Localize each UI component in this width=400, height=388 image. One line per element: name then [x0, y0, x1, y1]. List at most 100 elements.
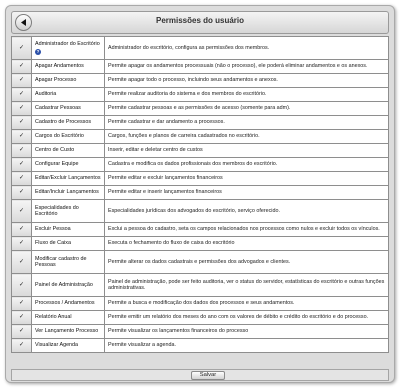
permission-row: ✓ Ver Lançamento Processo Permite visualiz…: [11, 324, 389, 339]
permission-name-cell: Processos / Andamentos: [31, 296, 105, 311]
permission-row: ✓ Cadastrar Pessoas Permite cadastrar pess…: [11, 101, 389, 116]
permission-checkbox[interactable]: ✓: [11, 324, 32, 339]
permission-checkbox[interactable]: ✓: [11, 157, 32, 172]
permission-description: Permite visualizar os lançamentos financ…: [104, 324, 389, 339]
permission-description: Permite cadastrar e dar andamento a proc…: [104, 115, 389, 130]
permission-name-cell: Fluxo de Caixa: [31, 236, 105, 251]
permission-checkbox[interactable]: ✓: [11, 101, 32, 116]
permission-checkbox[interactable]: ✓: [11, 250, 32, 274]
check-icon: ✓: [18, 77, 25, 84]
permission-checkbox[interactable]: ✓: [11, 171, 32, 186]
permission-checkbox[interactable]: ✓: [11, 236, 32, 251]
permission-checkbox[interactable]: ✓: [11, 73, 32, 88]
help-icon[interactable]: ?: [35, 48, 41, 55]
check-icon: ✓: [18, 105, 25, 112]
check-icon: ✓: [18, 314, 25, 321]
permission-row: ✓ Visualizar Agenda Permite visualizar a a…: [11, 338, 389, 353]
permission-checkbox[interactable]: ✓: [11, 129, 32, 144]
permission-row: ✓ Relatório Anual Permite emitir um relató…: [11, 310, 389, 325]
permission-row: ✓ Cadastro de Processos Permite cadastrar …: [11, 115, 389, 130]
check-icon: ✓: [18, 175, 25, 182]
permission-name-cell: Apagar Processo: [31, 73, 105, 88]
permission-name-cell: Editar/Incluir Lançamentos: [31, 185, 105, 200]
permission-description: Exclui a pessoa do cadastro, seta os cam…: [104, 222, 389, 237]
check-icon: ✓: [18, 147, 25, 154]
permission-name: Cargos do Escritório: [35, 133, 84, 140]
permission-name-cell: Ver Lançamento Processo: [31, 324, 105, 339]
permission-description: Permite editar e inserir lançamentos fin…: [104, 185, 389, 200]
permission-checkbox[interactable]: ✓: [11, 59, 32, 74]
permission-name: Fluxo de Caixa: [35, 240, 71, 247]
check-icon: ✓: [18, 189, 25, 196]
check-icon: ✓: [18, 44, 25, 51]
permission-description: Permite visualizar a agenda.: [104, 338, 389, 353]
permission-name-cell: Apagar Andamentos: [31, 59, 105, 74]
permission-name: Centro de Custo: [35, 147, 75, 154]
permission-row: ✓ Especialidades do Escritório Especialida…: [11, 199, 389, 223]
permission-name-cell: Relatório Anual: [31, 310, 105, 325]
permission-checkbox[interactable]: ✓: [11, 87, 32, 102]
permission-checkbox[interactable]: ✓: [11, 199, 32, 223]
permission-name-cell: Configurar Equipe: [31, 157, 105, 172]
permission-description: Executa o fechamento do fluxo de caixa d…: [104, 236, 389, 251]
permission-name: Processos / Andamentos: [35, 300, 95, 307]
permission-checkbox[interactable]: ✓: [11, 310, 32, 325]
check-icon: ✓: [18, 281, 25, 288]
permission-description: Painel de administração, pode ser feito …: [104, 273, 389, 297]
check-icon: ✓: [18, 342, 25, 349]
permission-checkbox[interactable]: ✓: [11, 222, 32, 237]
permission-row: ✓ Excluir Pessoa Exclui a pessoa do cadast…: [11, 222, 389, 237]
permission-description: Administrador do escritório, configura a…: [104, 36, 389, 60]
permission-description: Permite a busca e modificação dos dados …: [104, 296, 389, 311]
permission-description: Especialidades jurídicas dos advogados d…: [104, 199, 389, 223]
permission-name: Relatório Anual: [35, 314, 72, 321]
permission-row: ✓ Editar/Incluir Lançamentos Permite edita…: [11, 185, 389, 200]
permission-name-cell: Excluir Pessoa: [31, 222, 105, 237]
permission-description: Permite emitir um relatório dos meses do…: [104, 310, 389, 325]
permission-row: ✓ Configurar Equipe Cadastra e modifica os…: [11, 157, 389, 172]
permission-checkbox[interactable]: ✓: [11, 273, 32, 297]
permission-checkbox[interactable]: ✓: [11, 185, 32, 200]
check-icon: ✓: [18, 63, 25, 70]
check-icon: ✓: [18, 258, 25, 265]
permission-checkbox[interactable]: ✓: [11, 115, 32, 130]
permissions-panel: Permissões do usuário ✓ Administrador do …: [5, 5, 395, 383]
check-icon: ✓: [18, 119, 25, 126]
permission-checkbox[interactable]: ✓: [11, 36, 32, 60]
permission-row: ✓ Centro de Custo Inserir, editar e deleta…: [11, 143, 389, 158]
permission-row: ✓ Painel de Administração Painel de admini…: [11, 273, 389, 297]
permissions-table: ✓ Administrador do Escritório? Administrad…: [11, 36, 389, 353]
permission-name: Editar/Excluir Lançamentos: [35, 175, 101, 182]
permission-checkbox[interactable]: ✓: [11, 338, 32, 353]
permission-name-cell: Painel de Administração: [31, 273, 105, 297]
permission-name-cell: Administrador do Escritório?: [31, 36, 105, 60]
permission-name-cell: Modificar cadastro de Pessoas: [31, 250, 105, 274]
permission-row: ✓ Auditoria Permite realizar auditoria do …: [11, 87, 389, 102]
permission-name: Apagar Processo: [35, 77, 77, 84]
permission-checkbox[interactable]: ✓: [11, 143, 32, 158]
permission-name-cell: Auditoria: [31, 87, 105, 102]
permission-name-cell: Especialidades do Escritório: [31, 199, 105, 223]
permission-name: Painel de Administração: [35, 281, 93, 288]
permission-row: ✓ Editar/Excluir Lançamentos Permite edita…: [11, 171, 389, 186]
page-title: Permissões do usuário: [155, 16, 245, 25]
panel-header: Permissões do usuário: [11, 11, 389, 34]
check-icon: ✓: [18, 161, 25, 168]
permission-row: ✓ Administrador do Escritório? Administrad…: [11, 36, 389, 60]
check-icon: ✓: [18, 91, 25, 98]
permission-name: Editar/Incluir Lançamentos: [35, 189, 99, 196]
permission-name: Administrador do Escritório: [35, 41, 100, 48]
permission-description: Inserir, editar e deletar centro de cust…: [104, 143, 389, 158]
permission-row: ✓ Fluxo de Caixa Executa o fechamento do f…: [11, 236, 389, 251]
permission-name-cell: Visualizar Agenda: [31, 338, 105, 353]
check-icon: ✓: [18, 133, 25, 140]
permission-name-cell: Centro de Custo: [31, 143, 105, 158]
permission-description: Permite realizar auditoria do sistema e …: [104, 87, 389, 102]
check-icon: ✓: [18, 207, 25, 214]
save-button[interactable]: Salvar: [191, 371, 225, 380]
permission-name-cell: Editar/Excluir Lançamentos: [31, 171, 105, 186]
permission-description: Cargos, funções e planos de carreira cad…: [104, 129, 389, 144]
permission-checkbox[interactable]: ✓: [11, 296, 32, 311]
permission-name: Configurar Equipe: [35, 161, 79, 168]
permission-name-cell: Cadastrar Pessoas: [31, 101, 105, 116]
